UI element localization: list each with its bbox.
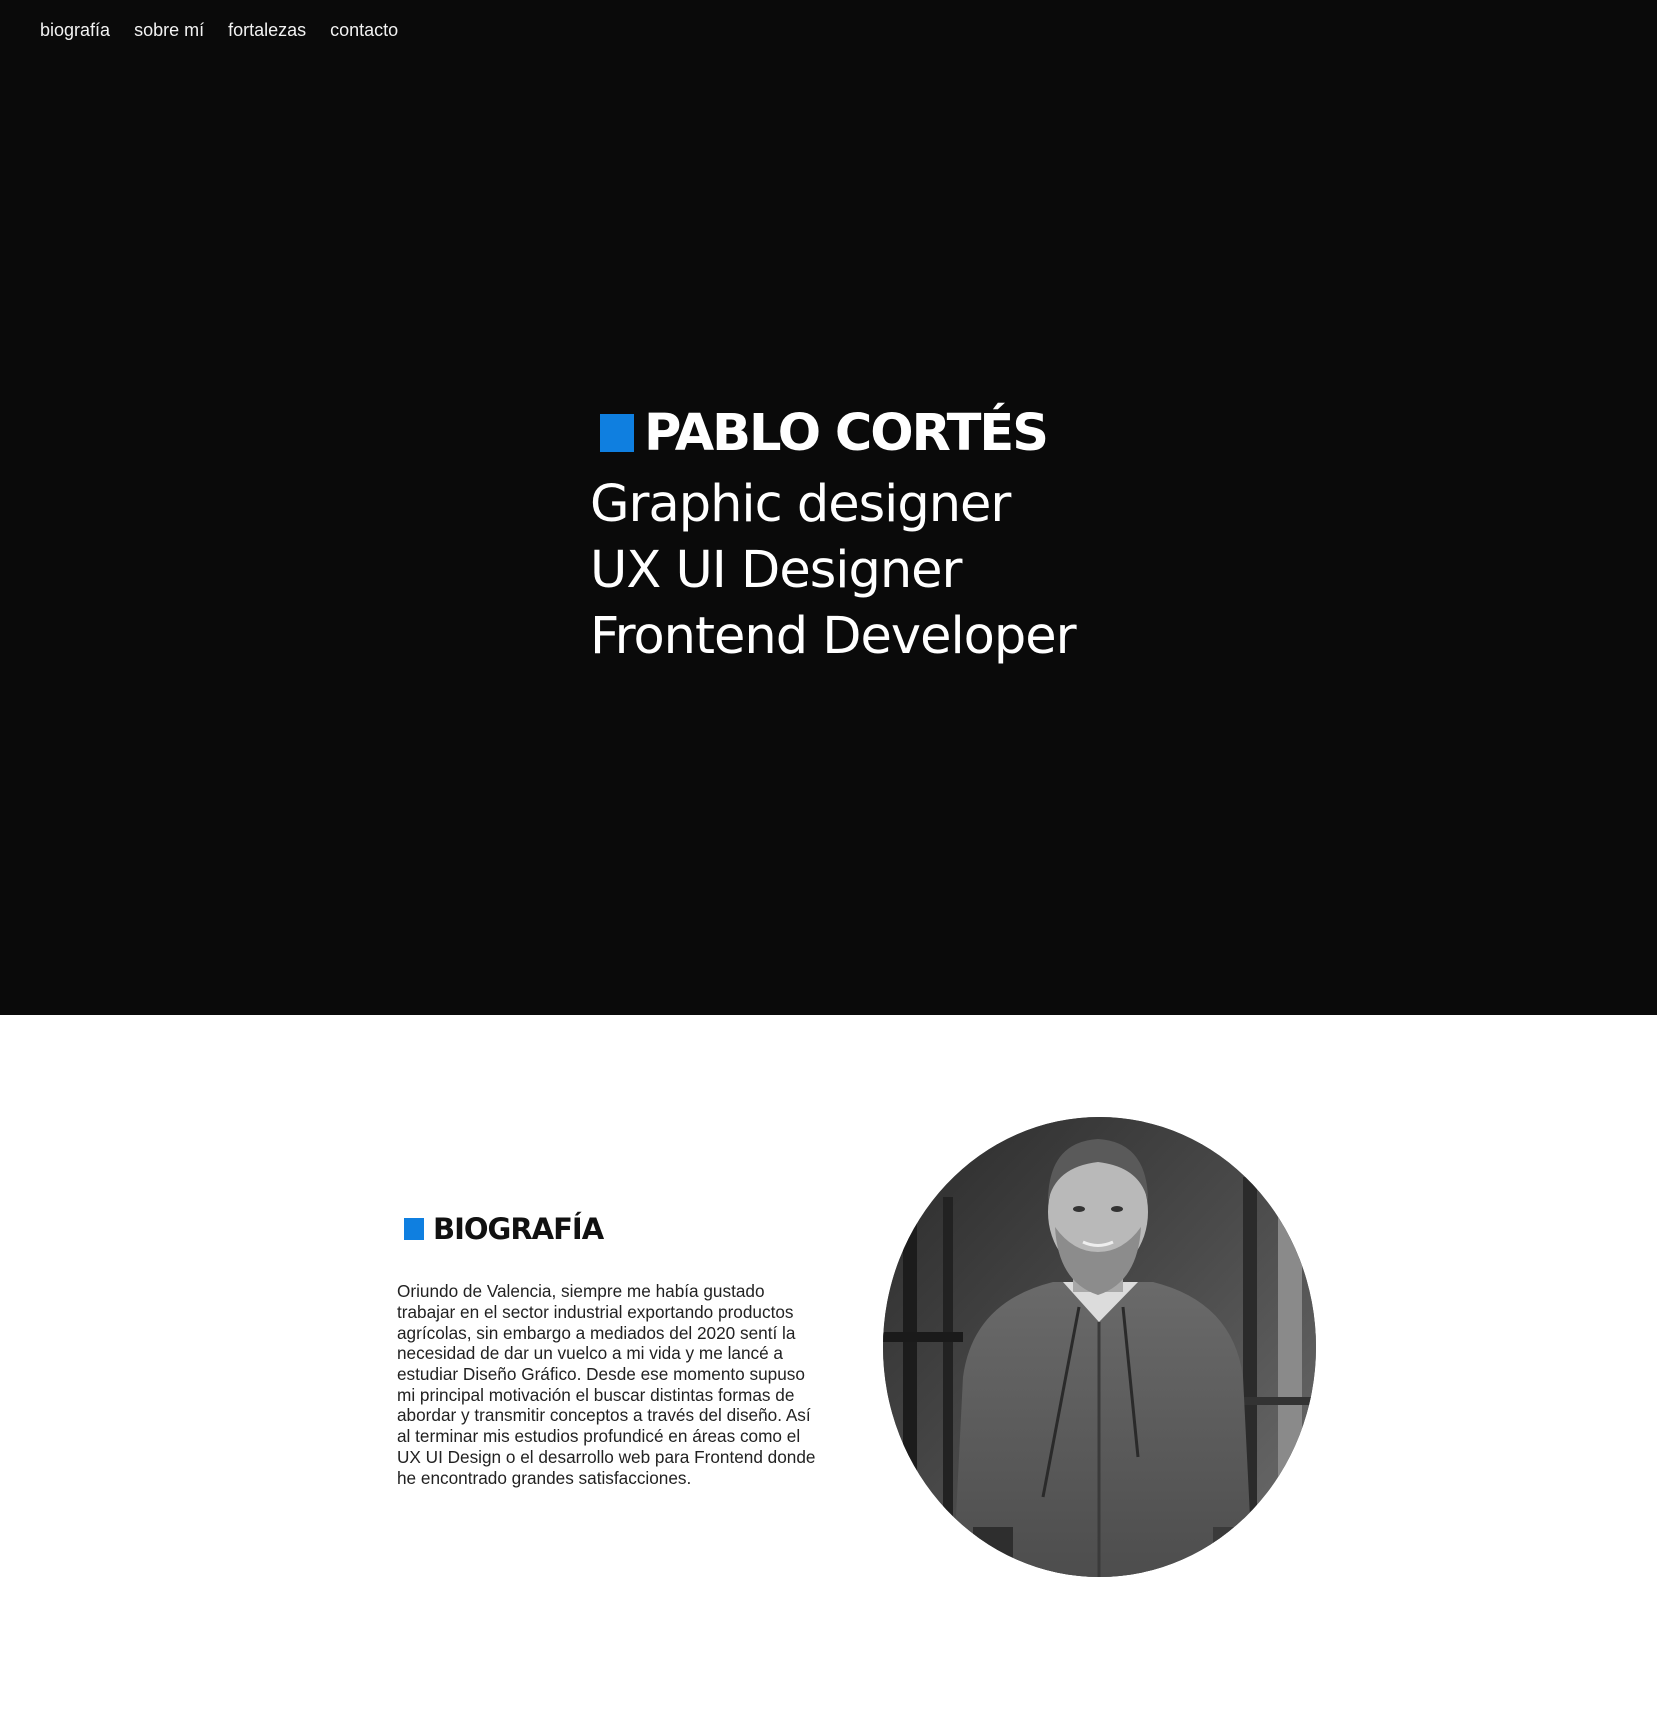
nav-item-contacto[interactable]: contacto [330, 20, 398, 41]
role-graphic-designer: Graphic designer [590, 475, 1011, 534]
accent-square-icon [404, 1218, 424, 1240]
name-row: PABLO CORTÉS [600, 398, 1076, 468]
portrait-photo [883, 1117, 1316, 1577]
nav-item-sobre-mi[interactable]: sobre mí [134, 20, 204, 41]
hero-section: biografía sobre mí fortalezas contacto P… [0, 0, 1657, 1015]
accent-square-icon [600, 414, 634, 452]
role-ux-ui-designer: UX UI Designer [590, 541, 962, 600]
main-nav: biografía sobre mí fortalezas contacto [40, 20, 398, 41]
nav-item-fortalezas[interactable]: fortalezas [228, 20, 306, 41]
biography-title: BIOGRAFÍA [433, 1212, 604, 1246]
roles-list: Graphic designer UX UI Designer Frontend… [590, 472, 1077, 670]
biography-section: BIOGRAFÍA Oriundo de Valencia, siempre m… [0, 1015, 1657, 1710]
role-frontend-developer: Frontend Developer [590, 607, 1077, 666]
hero-name: PABLO CORTÉS [644, 403, 1049, 463]
nav-item-biografia[interactable]: biografía [40, 20, 110, 41]
hero-intro: PABLO CORTÉS Graphic designer UX UI Desi… [590, 398, 1077, 670]
portrait-image [883, 1117, 1316, 1577]
biography-heading: BIOGRAFÍA [404, 1212, 604, 1246]
biography-text: Oriundo de Valencia, siempre me había gu… [397, 1281, 816, 1488]
